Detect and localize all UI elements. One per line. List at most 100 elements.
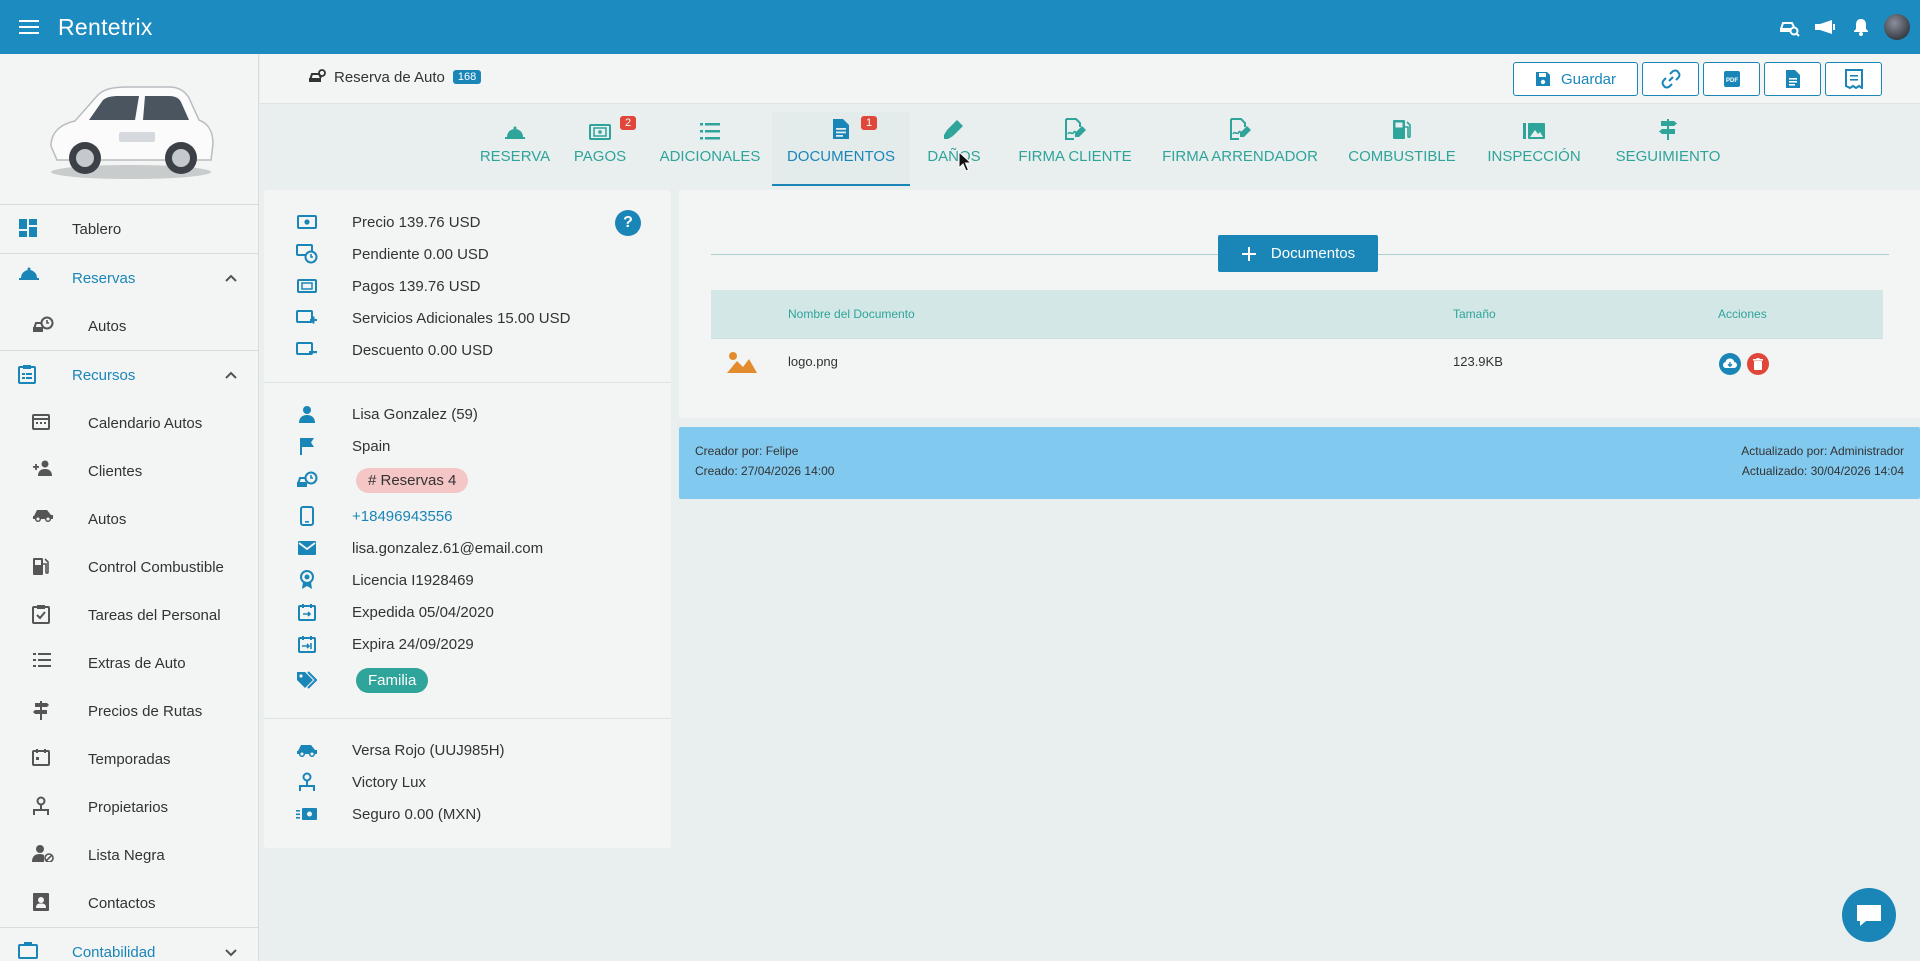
car-search-icon[interactable] <box>1776 14 1802 40</box>
sidebar-item-lista-negra[interactable]: Lista Negra <box>0 831 258 879</box>
customer-phone-link[interactable]: +18496943556 <box>352 508 453 525</box>
sidebar-item-label: Tablero <box>72 220 122 238</box>
tab-label: RESERVA <box>479 148 551 165</box>
tab-daños[interactable]: DAÑOS <box>924 112 984 186</box>
chat-button[interactable] <box>1842 888 1896 942</box>
sidebar-item-calendario-autos[interactable]: Calendario Autos <box>0 399 258 447</box>
avatar[interactable] <box>1884 14 1910 40</box>
chat-icon <box>1854 902 1884 928</box>
sidebar-item-tablero[interactable]: Tablero <box>0 205 258 253</box>
save-button[interactable]: Guardar <box>1513 62 1638 96</box>
tab-pagos[interactable]: PAGOS 2 <box>562 112 638 186</box>
sidebar-item-tareas-del-personal[interactable]: Tareas del Personal <box>0 591 258 639</box>
sidebar-item-label: Precios de Rutas <box>88 702 203 720</box>
calendar-icon <box>32 412 54 434</box>
license-issued: Expedida 05/04/2020 <box>352 603 494 621</box>
sidebar-item-label: Contabilidad <box>72 943 156 961</box>
document-name[interactable]: logo.png <box>788 354 838 369</box>
tab-reserva[interactable]: RESERVA <box>472 112 558 186</box>
tab-combustible[interactable]: COMBUSTIBLE <box>1334 112 1470 186</box>
sidebar: Tablero Reservas Autos Recursos Calendario A… <box>0 54 259 961</box>
email-row: lisa.gonzalez.61@email.com <box>264 532 671 564</box>
tab-firma-cliente[interactable]: FIRMA CLIENTE <box>1004 112 1146 186</box>
money-clock-icon <box>296 243 318 265</box>
sidebar-item-autos[interactable]: Autos <box>0 302 258 350</box>
money-icon <box>589 112 611 144</box>
horn-icon[interactable] <box>1812 14 1838 40</box>
insurance-row: Seguro 0.00 (MXN) <box>264 798 671 830</box>
signpost-icon <box>1658 112 1678 144</box>
sidebar-item-autos[interactable]: Autos <box>0 495 258 543</box>
sidebar-item-contactos[interactable]: Contactos <box>0 879 258 927</box>
sidebar-item-label: Temporadas <box>88 750 171 768</box>
reservation-icon <box>504 112 526 144</box>
fuel-icon <box>1392 112 1412 144</box>
sidebar-item-label: Extras de Auto <box>88 654 186 672</box>
top-bar: Rentetrix <box>0 0 1920 54</box>
chevron-down-icon[interactable] <box>224 945 238 959</box>
link-icon <box>1661 69 1681 89</box>
car-icon <box>32 508 54 530</box>
brush-icon <box>943 112 965 144</box>
sidebar-item-label: Reservas <box>72 269 136 287</box>
sidebar-item-reservas[interactable]: Reservas <box>0 254 258 302</box>
divider <box>264 382 671 383</box>
receipt-button[interactable] <box>1825 62 1882 96</box>
sidebar-item-control-combustible[interactable]: Control Combustible <box>0 543 258 591</box>
mouse-cursor <box>958 151 972 173</box>
document-button[interactable] <box>1764 62 1821 96</box>
sidebar-item-precios-de-rutas[interactable]: Precios de Rutas <box>0 687 258 735</box>
tab-adicionales[interactable]: ADICIONALES <box>646 112 774 186</box>
calendar-grid-icon <box>32 748 54 770</box>
delete-button[interactable] <box>1747 353 1769 375</box>
tab-inspección[interactable]: INSPECCIÓN <box>1480 112 1588 186</box>
flag-icon <box>296 435 318 457</box>
vehicle-row: Versa Rojo (UUJ985H) <box>264 734 671 766</box>
pdf-button[interactable]: PDF <box>1703 62 1760 96</box>
sidebar-item-clientes[interactable]: Clientes <box>0 447 258 495</box>
pending-text: Pendiente 0.00 USD <box>352 245 489 263</box>
sidebar-item-label: Propietarios <box>88 798 169 816</box>
tab-label: COMBUSTIBLE <box>1348 148 1456 165</box>
tags-row: Familia <box>264 664 671 696</box>
money-minus-icon <box>296 339 318 361</box>
column-header-actions: Acciones <box>1718 307 1767 321</box>
app-title: Rentetrix <box>58 13 153 40</box>
tab-firma-arrendador[interactable]: FIRMA ARRENDADOR <box>1156 112 1324 186</box>
add-document-button[interactable]: Documentos <box>1218 235 1378 272</box>
sidebar-item-propietarios[interactable]: Propietarios <box>0 783 258 831</box>
sidebar-item-contabilidad[interactable]: Contabilidad <box>0 928 258 961</box>
signature-icon <box>1228 112 1252 144</box>
link-button[interactable] <box>1642 62 1699 96</box>
contacts-icon <box>32 892 54 914</box>
created-date: Creado: 27/04/2026 14:00 <box>695 464 835 478</box>
documents-table: Nombre del Documento Tamaño Acciones log… <box>711 290 1883 386</box>
accounting-icon <box>18 941 40 961</box>
sidebar-item-extras-de-auto[interactable]: Extras de Auto <box>0 639 258 687</box>
country-row: Spain <box>264 430 671 462</box>
customer-name-row: Lisa Gonzalez (59) <box>264 398 671 430</box>
reservations-count-pill[interactable]: # Reservas 4 <box>356 467 469 493</box>
divider <box>264 718 671 719</box>
vehicle-owner: Victory Lux <box>352 773 426 791</box>
bell-icon[interactable] <box>1848 14 1874 40</box>
issued-row: Expedida 05/04/2020 <box>264 596 671 628</box>
chevron-up-icon[interactable] <box>224 368 238 382</box>
sidebar-item-temporadas[interactable]: Temporadas <box>0 735 258 783</box>
tab-seguimiento[interactable]: SEGUIMIENTO <box>1606 112 1730 186</box>
car-icon <box>296 739 318 761</box>
chevron-up-icon[interactable] <box>224 271 238 285</box>
list-icon <box>699 112 721 144</box>
save-icon <box>1535 71 1551 87</box>
download-button[interactable] <box>1719 353 1741 375</box>
document-icon <box>832 112 850 144</box>
table-row: logo.png 123.9KB <box>711 338 1883 386</box>
phone-icon <box>296 505 318 527</box>
price-text: Precio 139.76 USD <box>352 213 481 231</box>
license-icon <box>296 569 318 591</box>
tab-documentos[interactable]: DOCUMENTOS 1 <box>772 112 910 186</box>
gallery-icon <box>1522 112 1546 144</box>
menu-icon[interactable] <box>0 0 58 54</box>
sidebar-item-recursos[interactable]: Recursos <box>0 351 258 399</box>
discount-row: Descuento 0.00 USD <box>264 334 671 366</box>
